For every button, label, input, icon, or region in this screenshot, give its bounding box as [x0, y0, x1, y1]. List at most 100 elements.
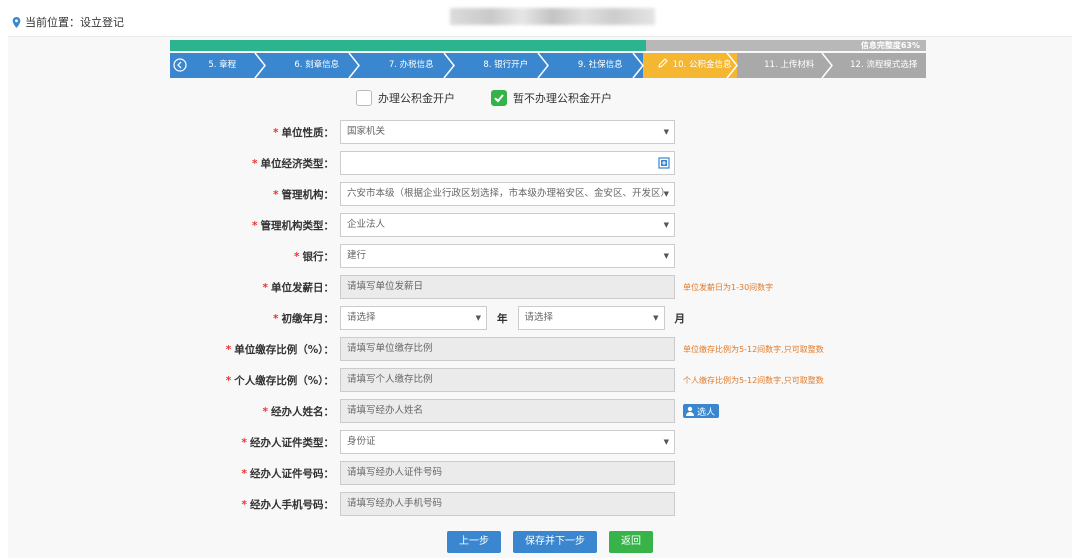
unit-ratio-input[interactable]: 请填写单位缴存比例	[340, 337, 675, 361]
completeness-progress: 信息完整度63%	[170, 40, 926, 51]
mgmt-org-type-value: 企业法人	[347, 219, 386, 230]
row-personal-ratio: * 个人缴存比例（%）： 请填写个人缴存比例 个人缴存比例为5-12间数字,只可取…	[170, 368, 824, 392]
pay-day-input[interactable]: 请填写单位发薪日	[340, 275, 675, 299]
row-mgmt-org-type: * 管理机构类型： 企业法人 ▼	[170, 213, 675, 237]
unit-ratio-placeholder: 请填写单位缴存比例	[347, 343, 433, 354]
month-unit: 月	[674, 312, 686, 325]
pay-day-hint: 单位发薪日为1-30间数字	[683, 282, 774, 292]
step-label: 10. 公积金信息	[672, 60, 732, 70]
row-unit-ratio: * 单位缴存比例（%）： 请填写单位缴存比例 单位缴存比例为5-12间数字,只可取…	[170, 337, 824, 361]
row-agent-name: * 经办人姓名： 请填写经办人姓名 选人	[170, 399, 720, 423]
row-bank: * 银行： 建行 ▼	[170, 244, 675, 268]
apply-fund-label: 办理公积金开户	[378, 92, 455, 105]
step-label: 8. 银行开户	[483, 60, 529, 70]
bank-label: 银行：	[302, 250, 335, 263]
bank-value: 建行	[347, 250, 367, 261]
back-button[interactable]: 返回	[609, 531, 653, 553]
location-breadcrumb: 当前位置：设立登记	[12, 14, 124, 30]
pencil-icon	[658, 58, 668, 68]
year-placeholder: 请选择	[347, 312, 376, 323]
unit-nature-label: 单位性质：	[281, 126, 335, 139]
mgmt-org-label: 管理机构：	[281, 188, 335, 201]
step-separator	[253, 53, 266, 78]
agent-id-no-label: 经办人证件号码：	[250, 467, 334, 480]
unit-ratio-label: 单位缴存比例（%）：	[234, 343, 334, 356]
step-5[interactable]: 5. 章程	[170, 53, 266, 78]
agent-id-type-label: 经办人证件类型：	[250, 436, 334, 449]
month-select[interactable]: 请选择 ▼	[517, 306, 665, 330]
step-7[interactable]: 7. 办税信息	[359, 53, 455, 78]
choose-person-button[interactable]: 选人	[683, 404, 720, 418]
action-buttons: 上一步 保存并下一步 返回	[447, 531, 665, 553]
lookup-icon[interactable]	[658, 157, 670, 169]
year-unit: 年	[497, 312, 508, 325]
dropdown-arrow-icon: ▼	[653, 314, 659, 322]
person-icon	[686, 406, 694, 416]
row-agent-id-type: * 经办人证件类型： 身份证 ▼	[170, 430, 675, 454]
unit-nature-select[interactable]: 国家机关 ▼	[340, 120, 675, 144]
agent-phone-input[interactable]: 请填写经办人手机号码	[340, 492, 675, 516]
apply-fund-option[interactable]: 办理公积金开户	[356, 90, 455, 106]
unit-ratio-hint: 单位缴存比例为5-12间数字,只可取整数	[683, 344, 824, 354]
step-label: 11. 上传材料	[764, 60, 815, 70]
dropdown-arrow-icon: ▼	[663, 438, 669, 446]
personal-ratio-input[interactable]: 请填写个人缴存比例	[340, 368, 675, 392]
dropdown-arrow-icon: ▼	[663, 190, 669, 198]
choose-person-label: 选人	[697, 407, 716, 418]
personal-ratio-placeholder: 请填写个人缴存比例	[347, 374, 433, 385]
first-month-label: 初缴年月：	[281, 312, 335, 325]
prev-button[interactable]: 上一步	[447, 531, 501, 553]
month-placeholder: 请选择	[524, 312, 554, 323]
skip-fund-label: 暂不办理公积金开户	[513, 92, 612, 105]
bank-select[interactable]: 建行 ▼	[340, 244, 675, 268]
account-options: 办理公积金开户 暂不办理公积金开户	[356, 90, 648, 106]
mgmt-org-value: 六安市本级（根据企业行政区划选择，市本级办理裕安区、金安区、开发区）	[347, 188, 671, 199]
location-text: 当前位置：设立登记	[25, 16, 124, 29]
agent-name-input[interactable]: 请填写经办人姓名	[340, 399, 675, 423]
dropdown-arrow-icon: ▼	[663, 252, 669, 260]
agent-id-no-input[interactable]: 请填写经办人证件号码	[340, 461, 675, 485]
row-mgmt-org: * 管理机构： 六安市本级（根据企业行政区划选择，市本级办理裕安区、金安区、开发区…	[170, 182, 675, 206]
step-10[interactable]: 10. 公积金信息	[642, 53, 738, 78]
mgmt-org-select[interactable]: 六安市本级（根据企业行政区划选择，市本级办理裕安区、金安区、开发区） ▼	[340, 182, 675, 206]
agent-name-placeholder: 请填写经办人姓名	[347, 405, 424, 416]
year-select[interactable]: 请选择 ▼	[340, 306, 487, 330]
step-8[interactable]: 8. 银行开户	[453, 53, 549, 78]
agent-phone-label: 经办人手机号码：	[250, 498, 334, 511]
step-11[interactable]: 11. 上传材料	[737, 53, 833, 78]
personal-ratio-label: 个人缴存比例（%）：	[234, 374, 334, 387]
agent-id-type-select[interactable]: 身份证 ▼	[340, 430, 675, 454]
row-agent-id-no: * 经办人证件号码： 请填写经办人证件号码	[170, 461, 675, 485]
step-separator	[726, 53, 738, 78]
row-unit-nature: * 单位性质： 国家机关 ▼	[170, 120, 675, 144]
checkmark-icon	[494, 94, 504, 103]
dropdown-arrow-icon: ▼	[475, 314, 481, 322]
save-next-button[interactable]: 保存并下一步	[513, 531, 597, 553]
step-separator	[537, 53, 549, 78]
step-label: 5. 章程	[208, 60, 237, 70]
apply-fund-checkbox[interactable]	[356, 90, 372, 106]
pay-day-label: 单位发薪日：	[271, 281, 334, 294]
progress-fill	[170, 40, 647, 51]
step-9[interactable]: 9. 社保信息	[548, 53, 644, 78]
unit-econ-type-input[interactable]	[340, 151, 675, 175]
step-12[interactable]: 12. 流程模式选择	[831, 53, 926, 78]
top-bar: 当前位置：设立登记	[0, 0, 1080, 40]
step-label: 9. 社保信息	[577, 60, 623, 70]
redacted-company-name	[450, 8, 655, 25]
unit-econ-type-label: 单位经济类型：	[260, 157, 335, 170]
step-label: 7. 办税信息	[388, 60, 434, 70]
step-separator	[348, 53, 360, 78]
row-first-month: * 初缴年月： 请选择 ▼ 年 请选择 ▼ 月	[170, 306, 695, 330]
row-pay-day: * 单位发薪日： 请填写单位发薪日 单位发薪日为1-30间数字	[170, 275, 773, 299]
skip-fund-option[interactable]: 暂不办理公积金开户	[491, 90, 612, 106]
back-arrow-icon[interactable]	[173, 58, 187, 72]
dropdown-arrow-icon: ▼	[663, 128, 669, 136]
row-agent-phone: * 经办人手机号码： 请填写经办人手机号码	[170, 492, 675, 516]
skip-fund-checkbox[interactable]	[491, 90, 507, 106]
unit-nature-value: 国家机关	[347, 126, 386, 137]
personal-ratio-hint: 个人缴存比例为5-12间数字,只可取整数	[683, 375, 824, 385]
dropdown-arrow-icon: ▼	[663, 221, 669, 229]
step-6[interactable]: 6. 刻章信息	[264, 53, 360, 78]
mgmt-org-type-select[interactable]: 企业法人 ▼	[340, 213, 675, 237]
